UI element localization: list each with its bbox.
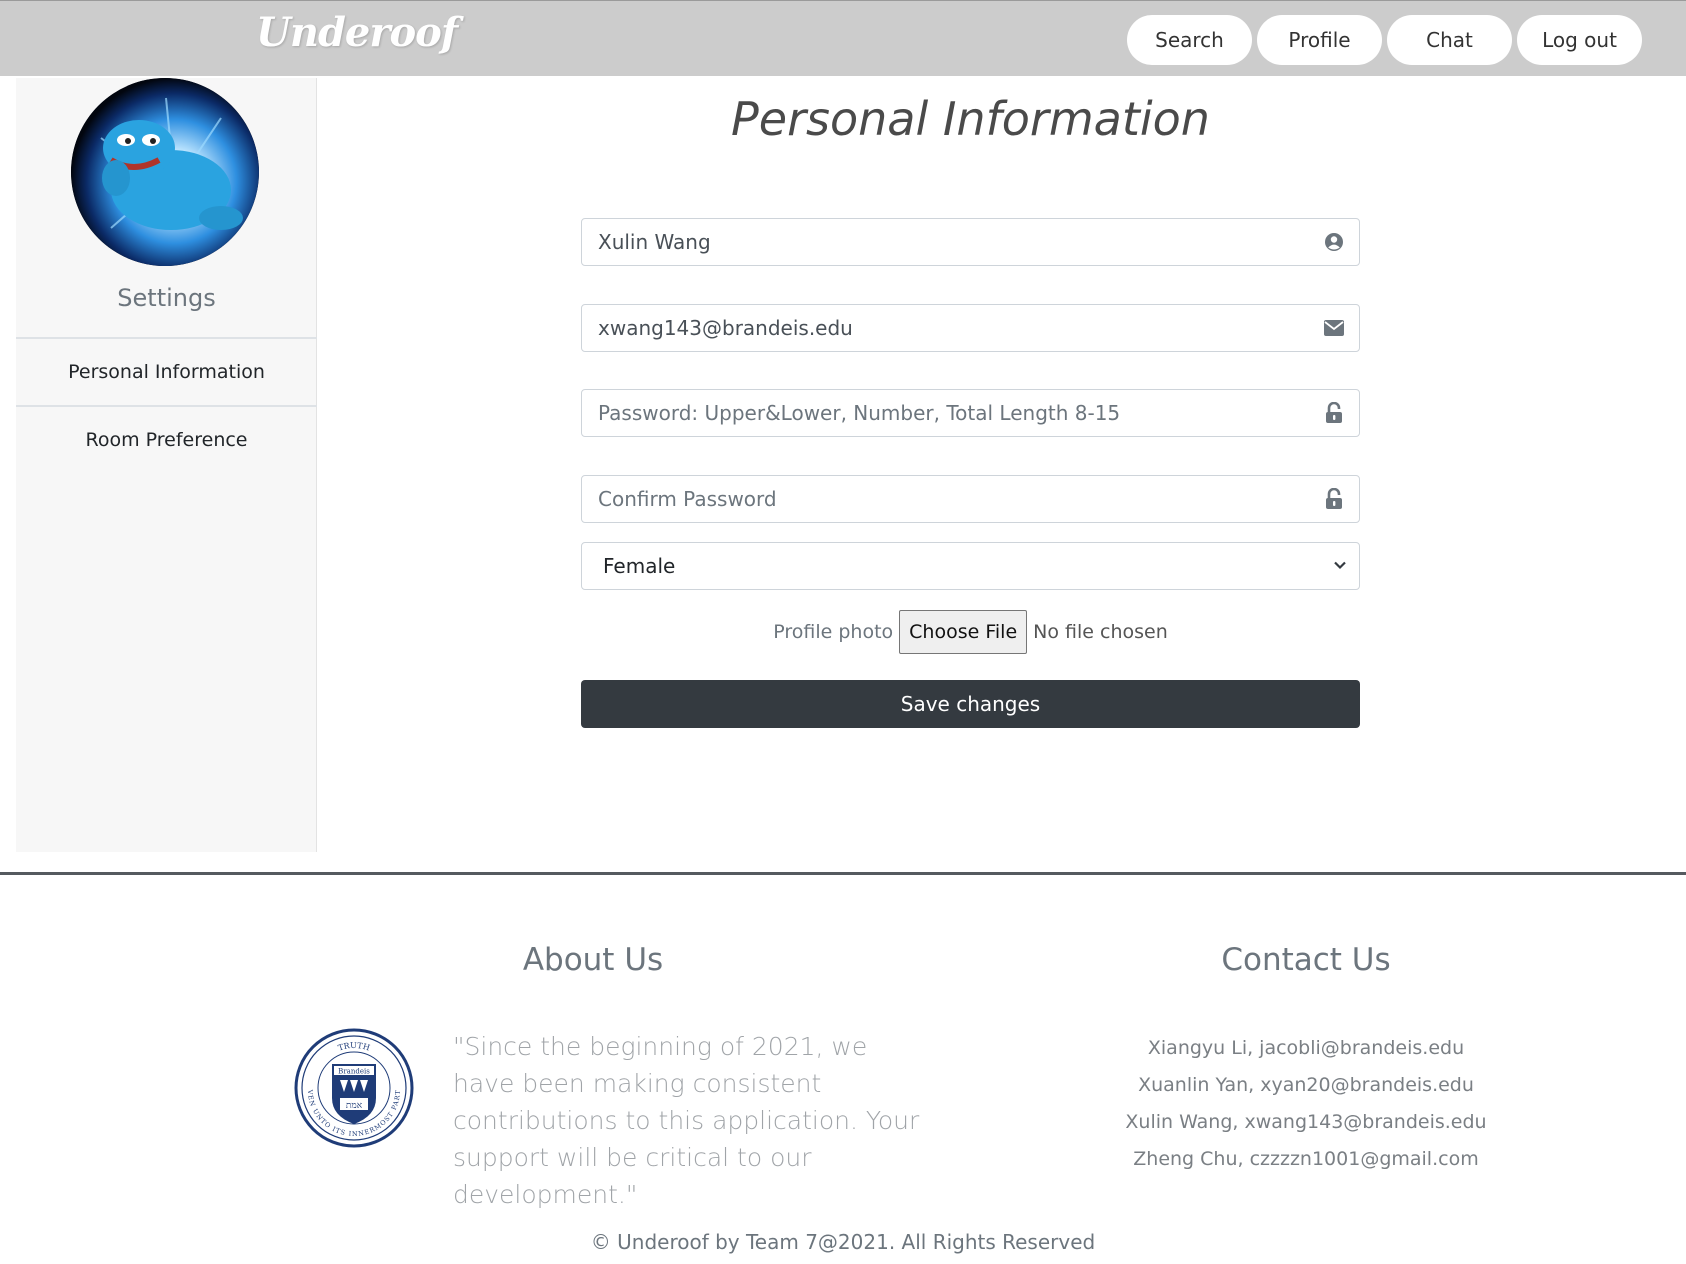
avatar-image: [71, 78, 259, 266]
name-field-value: Xulin Wang: [598, 230, 711, 254]
avatar: [71, 78, 259, 266]
password-field[interactable]: Password: Upper&Lower, Number, Total Len…: [581, 389, 1360, 437]
nav-search-button[interactable]: Search: [1127, 15, 1252, 65]
choose-file-button[interactable]: Choose File: [899, 610, 1028, 654]
nav-chat-button[interactable]: Chat: [1387, 15, 1512, 65]
nav-profile-button[interactable]: Profile: [1257, 15, 1382, 65]
top-navbar: Underoof Search Profile Chat Log out: [0, 0, 1686, 76]
name-field[interactable]: Xulin Wang: [581, 218, 1360, 266]
envelope-icon: [1323, 317, 1345, 339]
gender-select[interactable]: Female: [581, 542, 1360, 590]
contact-item[interactable]: Xulin Wang, xwang143@brandeis.edu: [1100, 1104, 1512, 1141]
contact-item[interactable]: Xiangyu Li, jacobli@brandeis.edu: [1100, 1030, 1512, 1067]
confirm-password-placeholder: Confirm Password: [598, 487, 777, 511]
contact-item[interactable]: Zheng Chu, czzzzn1001@gmail.com: [1100, 1141, 1512, 1178]
unlock-icon: [1323, 488, 1345, 510]
profile-photo-label: Profile photo: [773, 621, 894, 643]
footer-divider: [0, 872, 1686, 875]
unlock-icon: [1323, 402, 1345, 424]
user-circle-icon: [1323, 231, 1345, 253]
brandeis-seal-logo: TRUTH EVEN UNTO ITS INNERMOST PARTS Bran…: [294, 1028, 414, 1148]
email-field-value: xwang143@brandeis.edu: [598, 316, 853, 340]
no-file-text: No file chosen: [1033, 621, 1168, 643]
brand-logo[interactable]: Underoof: [256, 9, 458, 56]
about-quote: "Since the beginning of 2021, we have be…: [453, 1032, 920, 1209]
profile-photo-row: Profile photo Choose File No file chosen: [581, 610, 1360, 654]
sidebar-title: Settings: [117, 284, 216, 312]
confirm-password-field[interactable]: Confirm Password: [581, 475, 1360, 523]
sidebar-item-room-preference[interactable]: Room Preference: [16, 407, 317, 473]
gender-select-value: Female: [603, 554, 676, 578]
about-us-heading: About Us: [522, 942, 664, 978]
password-placeholder: Password: Upper&Lower, Number, Total Len…: [598, 401, 1121, 425]
svg-text:אמת: אמת: [346, 1101, 363, 1111]
page-title: Personal Information: [731, 92, 1210, 146]
settings-sidebar: Settings Personal Information Room Prefe…: [16, 78, 317, 852]
sidebar-item-personal-information[interactable]: Personal Information: [16, 339, 317, 405]
copyright-text: © Underoof by Team 7@2021. All Rights Re…: [590, 1230, 1096, 1254]
contact-list: Xiangyu Li, jacobli@brandeis.edu Xuanlin…: [1100, 1030, 1512, 1178]
email-field[interactable]: xwang143@brandeis.edu: [581, 304, 1360, 352]
svg-text:Brandeis: Brandeis: [338, 1068, 370, 1076]
save-changes-button[interactable]: Save changes: [581, 680, 1360, 728]
nav-logout-button[interactable]: Log out: [1517, 15, 1642, 65]
chevron-down-icon: [1333, 557, 1347, 576]
contact-us-heading: Contact Us: [1221, 942, 1391, 978]
contact-item[interactable]: Xuanlin Yan, xyan20@brandeis.edu: [1100, 1067, 1512, 1104]
